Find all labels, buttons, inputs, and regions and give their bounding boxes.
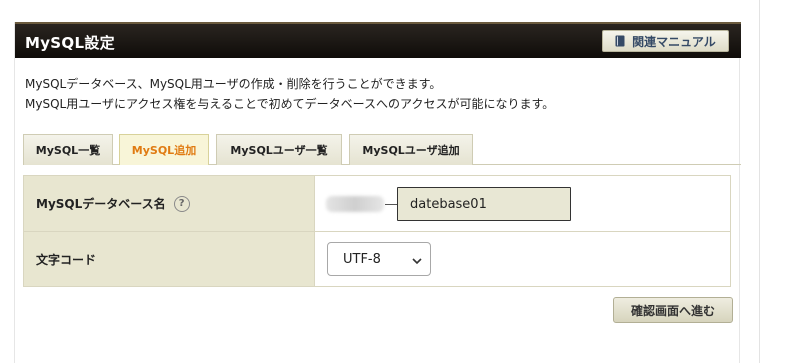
db-name-prefix-redacted: [326, 196, 384, 212]
panel-header: MySQL設定 関連マニュアル: [15, 22, 741, 58]
question-mark-icon[interactable]: ?: [173, 195, 190, 212]
db-name-input-value: datebase01: [410, 196, 487, 212]
form-row-charset: 文字コード UTF-8: [24, 232, 730, 286]
chevron-down-icon: [412, 255, 422, 265]
form-row-db-name: MySQLデータベース名 ? datebase01: [24, 176, 730, 232]
tab-mysql-list[interactable]: MySQL一覧: [23, 134, 113, 165]
charset-selected-value: UTF-8: [343, 251, 381, 267]
description-line-2: MySQL用ユーザにアクセス権を与えることで初めてデータベースへのアクセスが可能…: [25, 97, 555, 111]
charset-label: 文字コード: [36, 252, 97, 267]
tab-mysql-user-add[interactable]: MySQLユーザ追加: [349, 134, 473, 165]
related-manual-button[interactable]: 関連マニュアル: [602, 30, 729, 52]
charset-value-cell: UTF-8: [316, 232, 730, 286]
related-manual-label: 関連マニュアル: [632, 34, 716, 49]
proceed-to-confirm-button[interactable]: 確認画面へ進む: [613, 297, 733, 323]
tab-bar: MySQL一覧 MySQL追加 MySQLユーザ一覧 MySQLユーザ追加: [23, 134, 741, 165]
mysql-add-form: MySQLデータベース名 ? datebase01 文字コード UTF-8: [23, 175, 731, 287]
tab-mysql-list-label: MySQL一覧: [35, 144, 101, 157]
tab-mysql-add-label: MySQL追加: [131, 144, 197, 157]
db-name-label: MySQLデータベース名: [36, 197, 166, 211]
db-name-label-cell: MySQLデータベース名 ?: [24, 176, 315, 231]
page-right-divider: [759, 0, 760, 363]
page-title: MySQL設定: [25, 34, 115, 52]
tab-mysql-add[interactable]: MySQL追加: [119, 134, 209, 165]
tab-mysql-user-add-label: MySQLユーザ追加: [362, 144, 460, 157]
description: MySQLデータベース、MySQL用ユーザの作成・削除を行うことができます。 M…: [25, 74, 554, 114]
charset-label-cell: 文字コード: [24, 232, 315, 286]
db-name-value-cell: datebase01: [316, 176, 730, 231]
description-line-1: MySQLデータベース、MySQL用ユーザの作成・削除を行うことができます。: [25, 77, 442, 91]
mysql-settings-panel: MySQL設定 関連マニュアル MySQLデータベース、MySQL用ユーザの作成…: [14, 22, 741, 363]
db-name-input[interactable]: datebase01: [397, 187, 571, 221]
charset-select[interactable]: UTF-8: [327, 242, 431, 276]
proceed-to-confirm-label: 確認画面へ進む: [630, 303, 715, 318]
book-icon: [615, 35, 625, 47]
prefix-separator: [385, 204, 397, 205]
tab-mysql-user-list[interactable]: MySQLユーザ一覧: [216, 134, 342, 165]
tab-mysql-user-list-label: MySQLユーザ一覧: [230, 144, 328, 157]
